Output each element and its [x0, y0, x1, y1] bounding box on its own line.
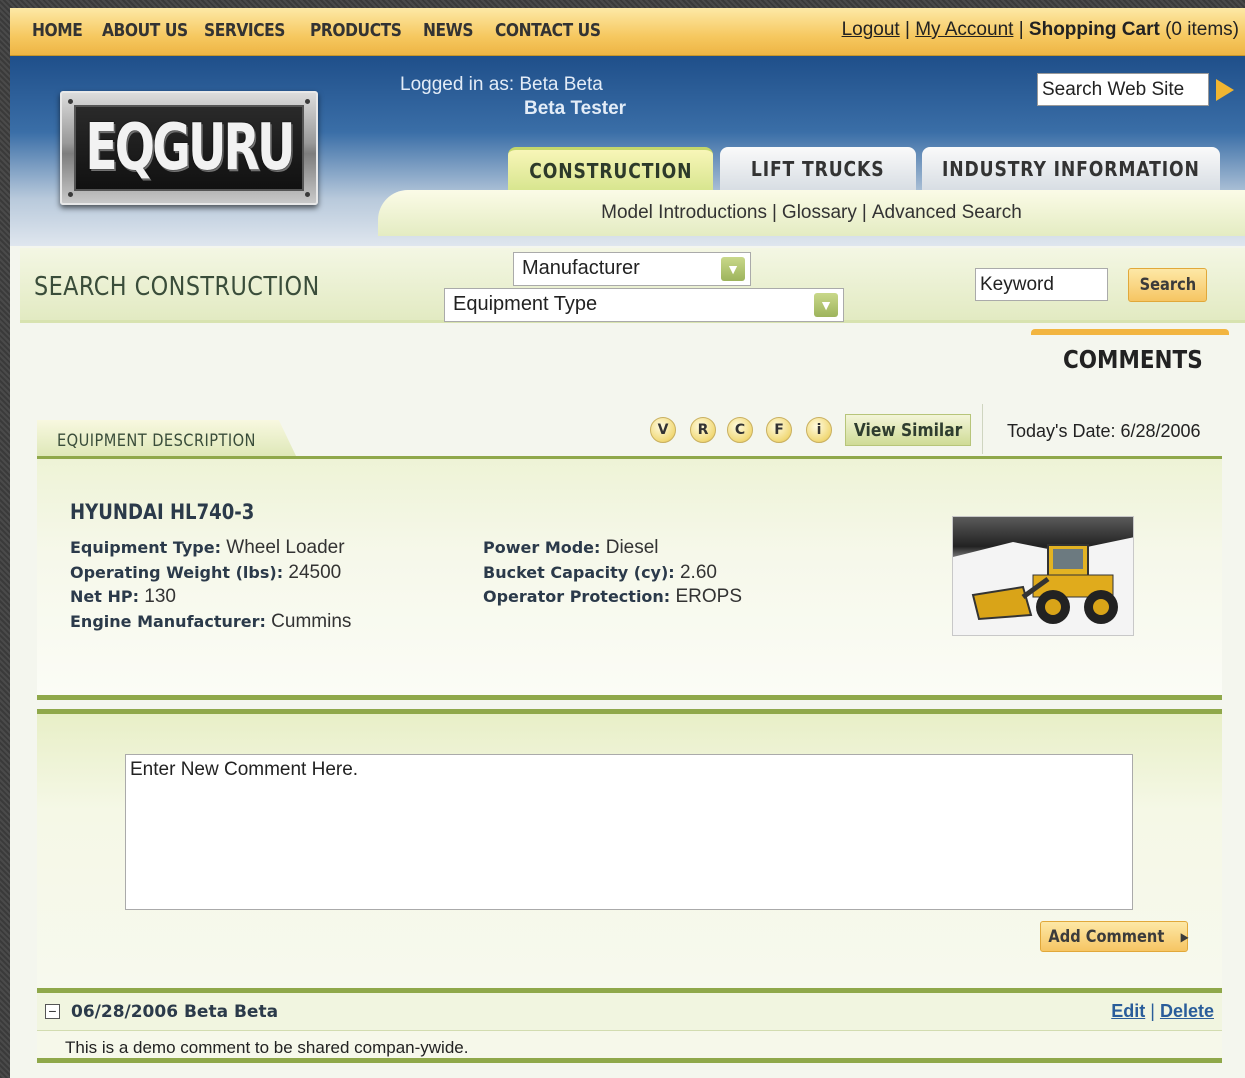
comments-title: COMMENTS — [1063, 345, 1203, 374]
tab-construction[interactable]: CONSTRUCTION — [508, 147, 713, 191]
comment-textarea[interactable]: Enter New Comment Here. — [125, 754, 1133, 910]
comment-form-panel: Enter New Comment Here. Add Comment ▶ — [37, 709, 1222, 993]
page: HOME ABOUT US SERVICES PRODUCTS NEWS CON… — [10, 8, 1245, 1078]
tab-industry-information[interactable]: INDUSTRY INFORMATION — [922, 147, 1220, 191]
v-icon[interactable]: V — [650, 417, 676, 443]
site-search-arrow-icon[interactable] — [1216, 79, 1234, 101]
subnav-advanced-search[interactable]: Advanced Search — [872, 202, 1022, 224]
logged-in-text: Logged in as: Beta Beta — [400, 74, 603, 95]
search-button[interactable]: Search — [1128, 268, 1207, 302]
spec-net-hp: Net HP: 130 — [70, 586, 176, 607]
r-icon[interactable]: R — [690, 417, 716, 443]
spec-equipment-type: Equipment Type: Wheel Loader — [70, 537, 345, 558]
collapse-icon[interactable]: − — [45, 1004, 60, 1019]
nav-contact-us[interactable]: CONTACT US — [495, 20, 601, 41]
search-construction-bar: SEARCH CONSTRUCTION Manufacturer ▼ Equip… — [20, 248, 1245, 323]
chevron-down-icon: ▼ — [814, 293, 838, 317]
equipment-type-select[interactable]: Equipment Type ▼ — [444, 288, 844, 322]
comments-accent-bar — [1031, 329, 1229, 335]
separator: | — [1150, 1001, 1155, 1021]
play-icon: ▶ — [1180, 929, 1189, 944]
c-icon[interactable]: C — [727, 417, 753, 443]
site-search-input[interactable] — [1037, 73, 1209, 106]
subnav-model-introductions[interactable]: Model Introductions — [601, 202, 767, 224]
edit-link[interactable]: Edit — [1111, 1001, 1145, 1021]
header: EQGURU Logged in as: Beta Beta Beta Test… — [10, 56, 1245, 246]
keyword-input[interactable] — [975, 268, 1108, 301]
user-role: Beta Tester — [524, 98, 627, 119]
info-icon[interactable]: i — [806, 417, 832, 443]
tab-lift-trucks[interactable]: LIFT TRUCKS — [720, 147, 916, 191]
account-links: Logout | My Account | Shopping Cart (0 i… — [842, 19, 1239, 41]
equipment-description-tab[interactable]: EQUIPMENT DESCRIPTION — [37, 420, 297, 458]
f-icon[interactable]: F — [766, 417, 792, 443]
comment-body: This is a demo comment to be shared comp… — [37, 1031, 1222, 1063]
subnav-glossary[interactable]: Glossary — [782, 202, 857, 224]
comment-header-row: − 06/28/2006 Beta Beta Edit | Delete — [37, 993, 1222, 1031]
spec-power-mode: Power Mode: Diesel — [483, 537, 659, 558]
todays-date: Today's Date: 6/28/2006 — [1007, 421, 1201, 441]
sub-nav: Model Introductions | Glossary | Advance… — [378, 190, 1245, 236]
equipment-name: HYUNDAI HL740-3 — [70, 500, 255, 524]
separator: | — [904, 19, 910, 40]
logo-text: EQGURU — [85, 111, 295, 185]
chevron-down-icon: ▼ — [721, 257, 745, 281]
add-comment-button[interactable]: Add Comment ▶ — [1040, 921, 1188, 952]
separator: | — [771, 202, 777, 223]
logout-link[interactable]: Logout — [842, 19, 900, 40]
cart-count: (0 items) — [1165, 19, 1239, 40]
wheel-loader-image[interactable] — [952, 516, 1134, 636]
spec-operator-protection: Operator Protection: EROPS — [483, 586, 743, 607]
equipment-panel: HYUNDAI HL740-3 Equipment Type: Wheel Lo… — [37, 456, 1222, 700]
search-title: SEARCH CONSTRUCTION — [34, 272, 320, 302]
spec-bucket-capacity: Bucket Capacity (cy): 2.60 — [483, 562, 717, 583]
nav-home[interactable]: HOME — [32, 20, 83, 41]
nav-products[interactable]: PRODUCTS — [310, 20, 402, 41]
top-nav: HOME ABOUT US SERVICES PRODUCTS NEWS CON… — [10, 8, 1245, 56]
separator: | — [861, 202, 867, 223]
my-account-link[interactable]: My Account — [915, 19, 1013, 40]
view-similar-button[interactable]: View Similar — [845, 414, 971, 446]
nav-services[interactable]: SERVICES — [204, 20, 285, 41]
nav-about-us[interactable]: ABOUT US — [102, 20, 188, 41]
nav-news[interactable]: NEWS — [423, 20, 473, 41]
wheel-loader-icon — [953, 537, 1133, 635]
delete-link[interactable]: Delete — [1160, 1001, 1214, 1021]
separator: | — [1018, 19, 1024, 40]
manufacturer-select[interactable]: Manufacturer ▼ — [513, 252, 751, 286]
divider — [982, 404, 983, 454]
comment-meta: 06/28/2006 Beta Beta — [71, 1002, 279, 1022]
shopping-cart-link[interactable]: Shopping Cart — [1029, 19, 1160, 40]
eqguru-logo[interactable]: EQGURU — [60, 91, 318, 205]
comment-actions: Edit | Delete — [1111, 1001, 1214, 1022]
spec-operating-weight: Operating Weight (lbs): 24500 — [70, 562, 342, 583]
spec-engine-manufacturer: Engine Manufacturer: Cummins — [70, 611, 352, 632]
